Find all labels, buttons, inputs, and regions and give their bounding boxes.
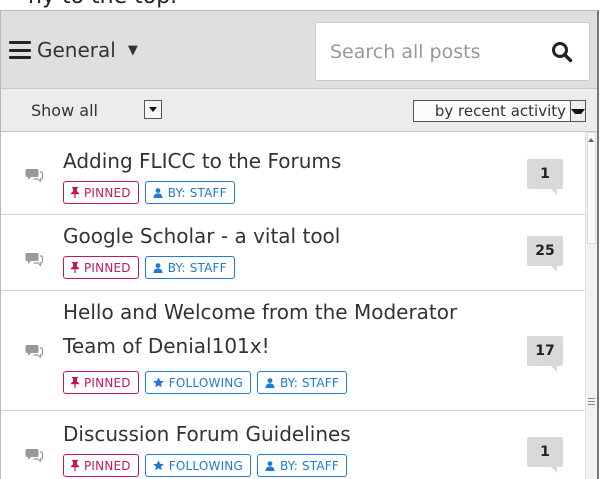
discussion-panel: General ▼ Show all by recent activity Ad… <box>0 10 599 479</box>
star-icon <box>152 377 164 388</box>
scrollbar-thumb[interactable] <box>587 132 596 244</box>
pinned-badge-label: PINNED <box>84 375 131 390</box>
following-badge: FOLLOWING <box>144 371 251 394</box>
thread-list-scrollbar[interactable] <box>585 132 597 479</box>
thread-item[interactable]: Hello and Welcome from the Moderator Tea… <box>1 291 585 411</box>
thread-title-line-2[interactable]: Team of Denial101x! <box>63 330 270 363</box>
following-badge: FOLLOWING <box>144 454 251 477</box>
thread-item[interactable]: Google Scholar - a vital tool PINNED BY:… <box>1 215 585 291</box>
scroll-up-arrow-icon[interactable] <box>588 138 594 142</box>
staff-badge-label: BY: STAFF <box>167 260 227 275</box>
chat-bubble-icon <box>25 345 43 358</box>
staff-badge: BY: STAFF <box>144 256 235 279</box>
thread-badges: PINNED BY: STAFF <box>63 181 235 204</box>
search-input[interactable] <box>316 40 536 63</box>
caret-down-icon: ▼ <box>127 42 138 58</box>
thread-title[interactable]: Google Scholar - a vital tool <box>63 220 340 253</box>
dropdown-arrow-icon <box>571 108 585 114</box>
scroll-grip-icon <box>588 398 595 406</box>
staff-badge: BY: STAFF <box>256 371 347 394</box>
sort-dropdown[interactable]: by recent activity <box>413 100 586 122</box>
thread-title-line-1[interactable]: Hello and Welcome from the Moderator <box>63 296 457 329</box>
comment-count: 1 <box>527 437 563 473</box>
thread-badges: PINNED BY: STAFF <box>63 256 235 279</box>
thread-badges: PINNED FOLLOWING BY: STAFF <box>63 454 347 477</box>
filter-bar: Show all by recent activity <box>1 89 597 132</box>
staff-badge-label: BY: STAFF <box>167 185 227 200</box>
comment-count: 1 <box>527 159 563 195</box>
pinned-badge-label: PINNED <box>84 458 131 473</box>
filter-show-label: Show all <box>31 101 98 120</box>
thread-item[interactable]: Discussion Forum Guidelines PINNED FOLLO… <box>1 411 585 479</box>
staff-badge: BY: STAFF <box>144 181 235 204</box>
person-icon <box>153 187 163 198</box>
thread-title[interactable]: Discussion Forum Guidelines <box>63 418 351 451</box>
pinned-badge: PINNED <box>63 371 139 394</box>
pin-icon <box>71 187 79 198</box>
thread-title[interactable]: Adding FLICC to the Forums <box>63 145 341 178</box>
following-badge-label: FOLLOWING <box>168 375 243 390</box>
search-box <box>315 22 590 81</box>
pin-icon <box>71 262 79 273</box>
staff-badge: BY: STAFF <box>256 454 347 477</box>
thread-item[interactable]: Adding FLICC to the Forums PINNED BY: ST… <box>1 132 585 215</box>
filter-dropdown[interactable] <box>144 100 162 119</box>
pinned-badge-label: PINNED <box>84 260 131 275</box>
person-icon <box>265 377 275 388</box>
person-icon <box>153 262 163 273</box>
following-badge-label: FOLLOWING <box>168 458 243 473</box>
hamburger-icon <box>9 41 31 59</box>
pinned-badge: PINNED <box>63 454 139 477</box>
chat-bubble-icon <box>25 253 43 266</box>
person-icon <box>265 460 275 471</box>
staff-badge-label: BY: STAFF <box>279 375 339 390</box>
thread-list: Adding FLICC to the Forums PINNED BY: ST… <box>1 132 585 479</box>
comment-count: 25 <box>527 236 563 272</box>
thread-badges: PINNED FOLLOWING BY: STAFF <box>63 371 347 394</box>
chat-bubble-icon <box>25 449 43 462</box>
topic-menu-label: General <box>37 38 116 62</box>
pin-icon <box>71 377 79 388</box>
pinned-badge: PINNED <box>63 181 139 204</box>
sort-dropdown-value: by recent activity <box>434 102 566 120</box>
comment-count: 17 <box>527 336 563 372</box>
pinned-badge: PINNED <box>63 256 139 279</box>
dropdown-arrow-icon <box>149 107 157 112</box>
topic-menu-button[interactable]: General ▼ <box>9 35 138 65</box>
chat-bubble-icon <box>25 169 43 182</box>
staff-badge-label: BY: STAFF <box>279 458 339 473</box>
pin-icon <box>71 460 79 471</box>
discussion-header: General ▼ <box>1 11 597 89</box>
star-icon <box>152 460 164 471</box>
partial-heading-text: ny to the top. <box>28 0 177 9</box>
pinned-badge-label: PINNED <box>84 185 131 200</box>
search-icon[interactable] <box>551 41 573 63</box>
